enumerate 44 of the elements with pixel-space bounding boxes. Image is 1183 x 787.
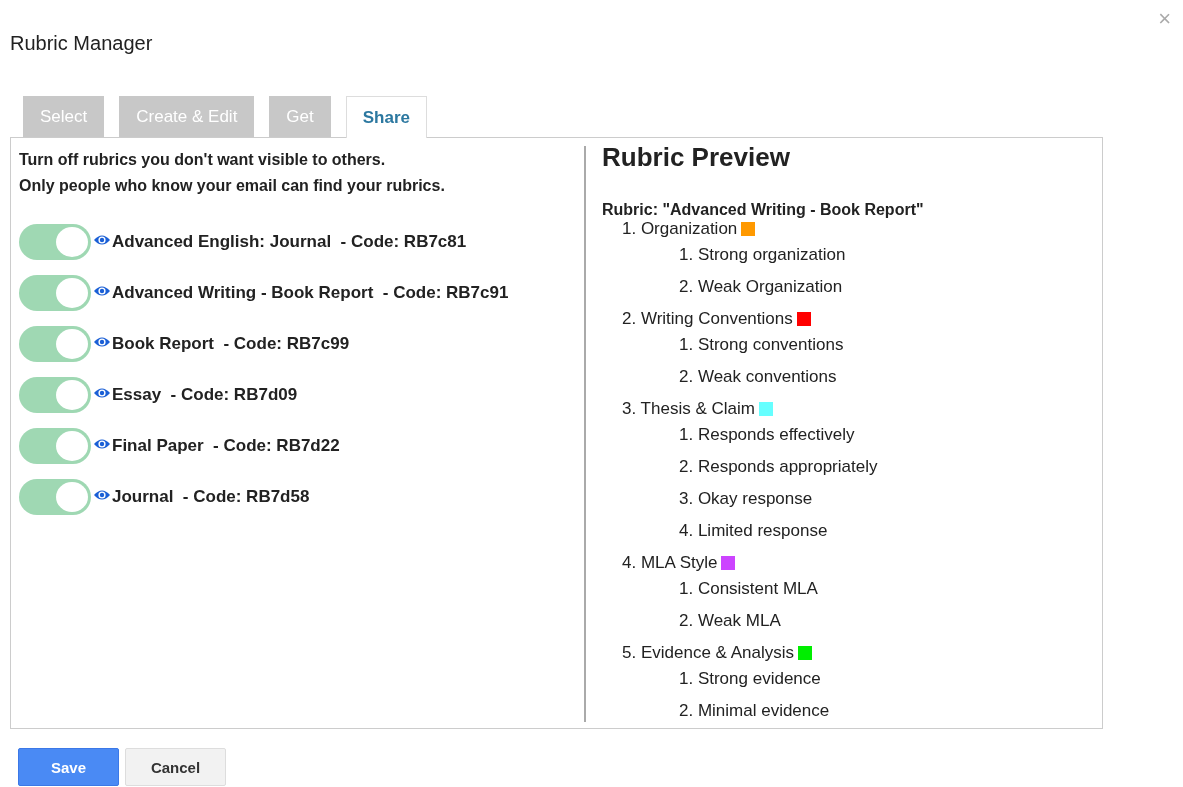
instruction-text: Only people who know your email can find your rubrics. — [19, 176, 445, 196]
level-label: 1. Strong conventions — [679, 335, 844, 355]
level-label: 4. Limited response — [679, 521, 828, 541]
level-label: 2. Minimal evidence — [679, 701, 830, 721]
level-label: 1. Strong evidence — [679, 669, 821, 689]
instruction-text: Turn off rubrics you don't want visible to others. — [19, 150, 386, 170]
preview-heading: Rubric Preview — [602, 142, 790, 173]
rubric-title: Rubric: "Advanced Writing - Book Report" — [602, 201, 924, 219]
level-label: 1. Consistent MLA — [679, 579, 818, 599]
rubric-name: Advanced Writing - Book Report - Code: RB7c91 — [112, 283, 509, 303]
rubric-name: Essay - Code: RB7d09 — [112, 385, 298, 405]
criterion-label: 5. Evidence & Analysis — [622, 643, 794, 663]
level-label: 3. Okay response — [679, 489, 813, 509]
level-label: 1. Responds effectively — [679, 425, 855, 445]
level-label: 2. Weak conventions — [679, 367, 837, 387]
tab[interactable]: Share — [345, 96, 427, 138]
eye-icon — [93, 284, 111, 298]
save-button[interactable]: Save — [18, 748, 119, 786]
close-button[interactable]: × — [1154, 6, 1175, 32]
eye-icon — [93, 233, 111, 247]
rubric-name: Final Paper - Code: RB7d22 — [112, 436, 340, 456]
toggle-switch[interactable] — [19, 275, 91, 311]
level-label: 2. Responds appropriately — [679, 457, 878, 477]
rubric-name: Journal - Code: RB7d58 — [112, 487, 310, 507]
toggle-switch[interactable] — [19, 224, 91, 260]
eye-icon — [93, 488, 111, 502]
level-label: 1. Strong organization — [679, 245, 846, 265]
level-label: 2. Weak Organization — [679, 277, 843, 297]
dialog-title: Rubric Manager — [9, 31, 153, 56]
eye-icon — [93, 335, 111, 349]
level-label: 2. Weak MLA — [679, 611, 781, 631]
rubric-name: Advanced English: Journal - Code: RB7c81 — [112, 232, 467, 252]
toggle-switch[interactable] — [19, 326, 91, 362]
criterion-label: 4. MLA Style — [622, 553, 718, 573]
eye-icon — [93, 437, 111, 451]
criterion-label: 2. Writing Conventions — [622, 309, 793, 329]
toggle-switch[interactable] — [19, 479, 91, 515]
toggle-switch[interactable] — [19, 428, 91, 464]
criterion-label: 3. Thesis & Claim — [622, 399, 755, 419]
cancel-button[interactable]: Cancel — [125, 748, 226, 786]
criterion-label: 1. Organization — [622, 219, 738, 239]
eye-icon — [93, 386, 111, 400]
rubric-name: Book Report - Code: RB7c99 — [112, 334, 350, 354]
toggle-switch[interactable] — [19, 377, 91, 413]
